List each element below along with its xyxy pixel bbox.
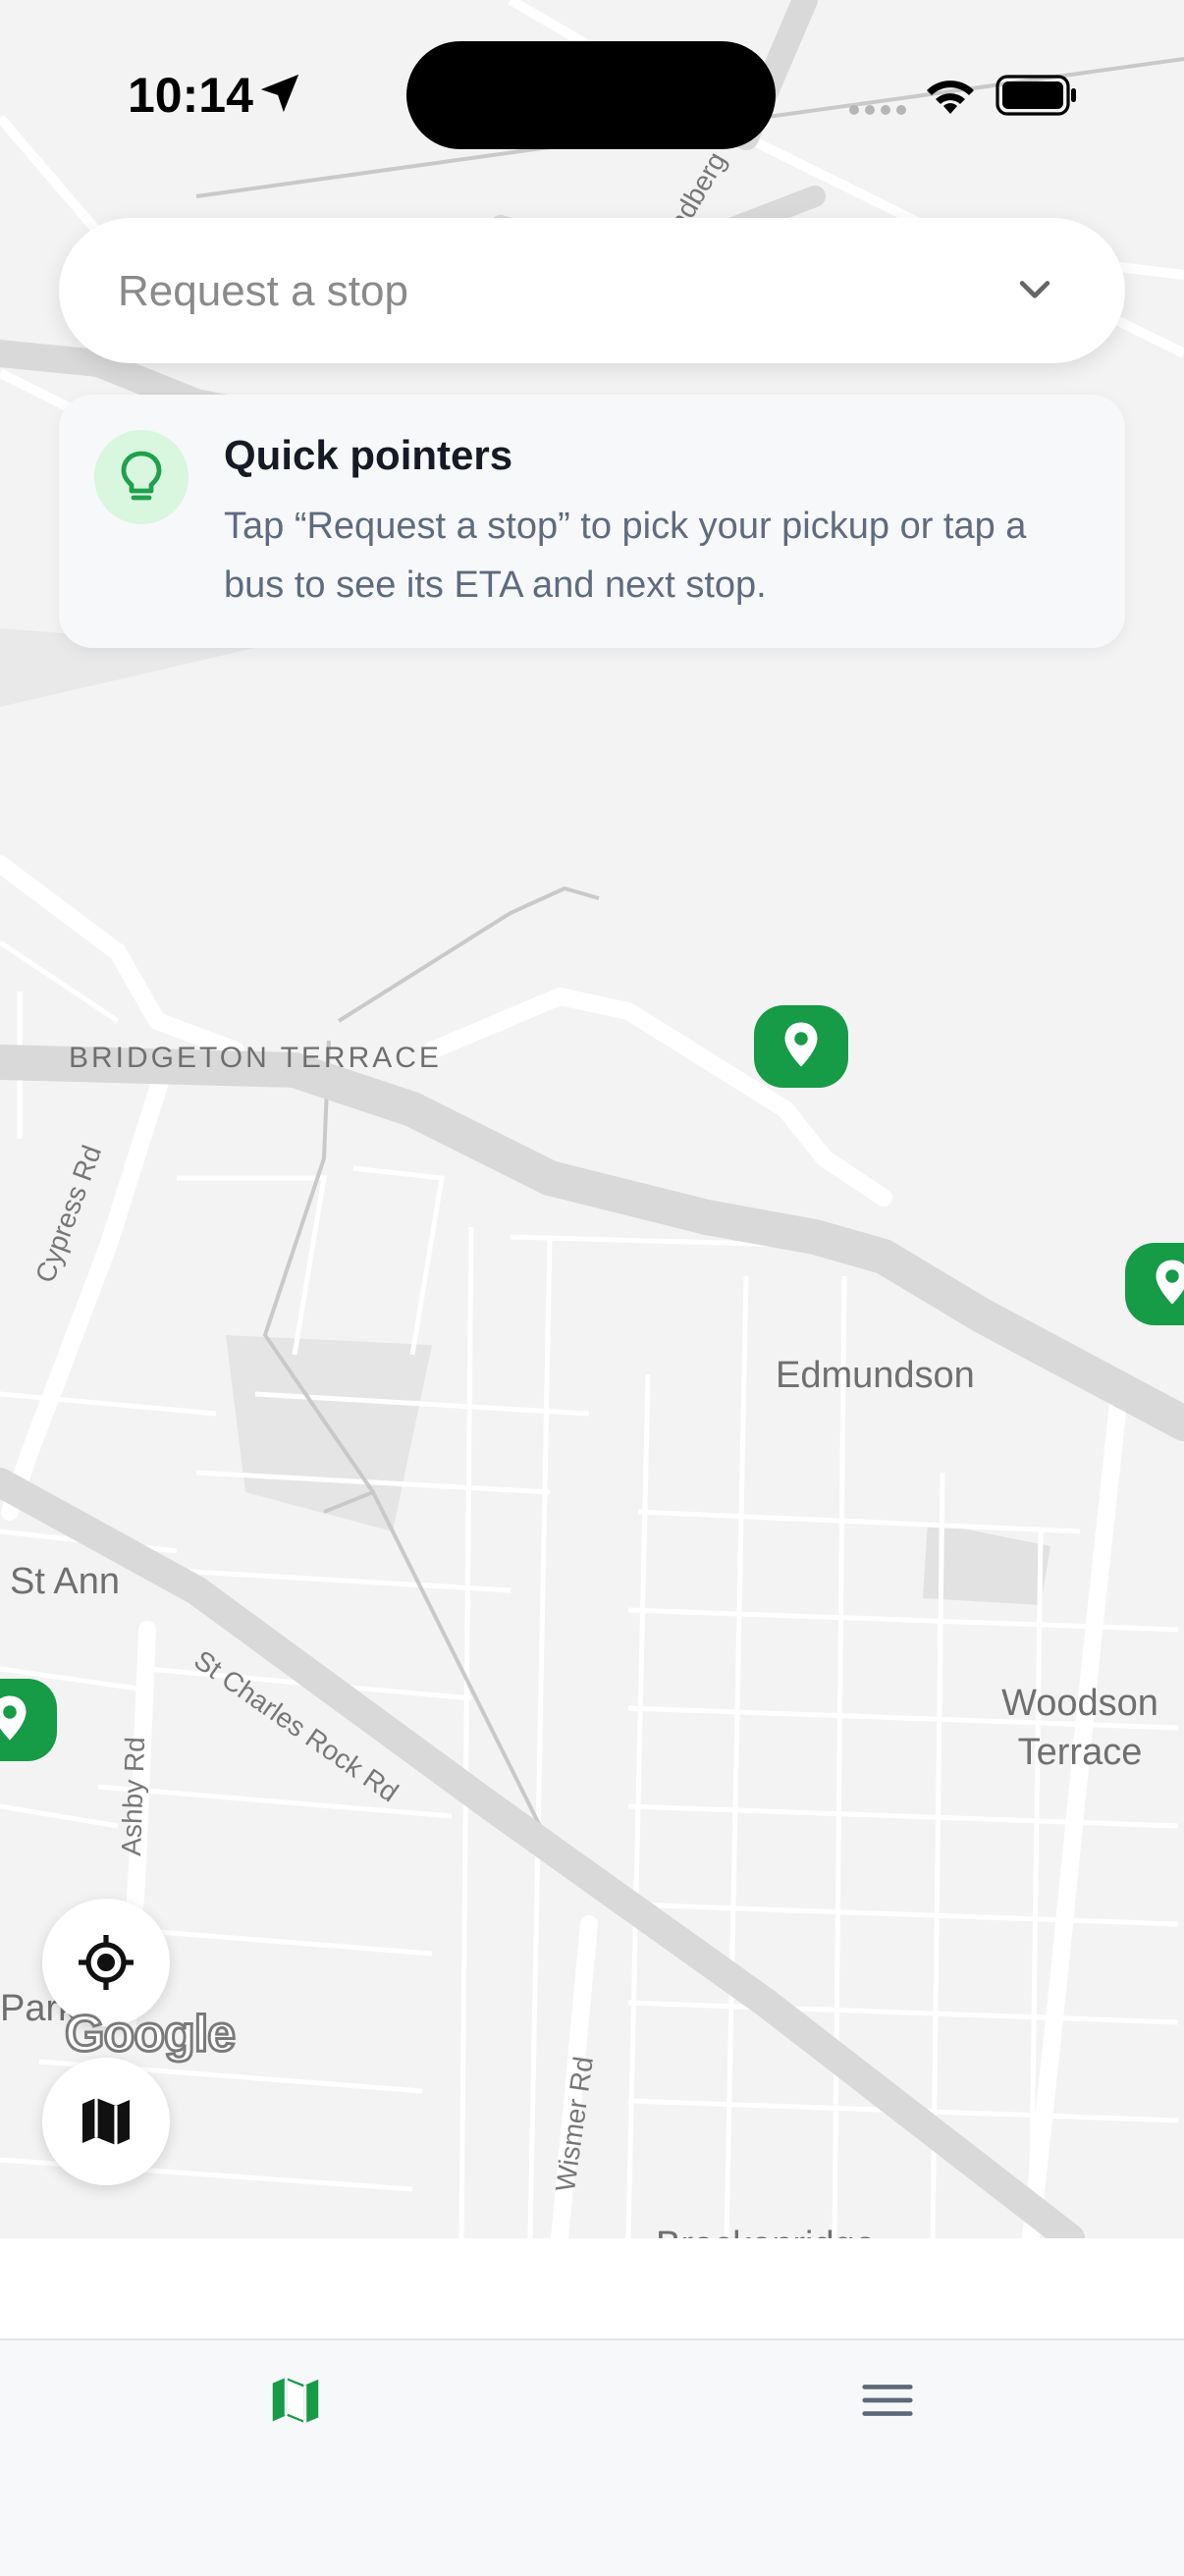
status-time: 10:14: [128, 68, 253, 123]
quick-pointers-body: Tap “Request a stop” to pick your pickup…: [224, 506, 1027, 606]
location-pin-icon: [784, 1022, 818, 1067]
tab-bar: [0, 2338, 1184, 2576]
road-label-ashby: Ashby Rd: [116, 1736, 151, 1857]
wifi-icon: [927, 80, 974, 114]
map-label-bottom: Breckenridge: [656, 2225, 876, 2238]
map-label-bridgeton-terrace: BRIDGETON TERRACE: [69, 1042, 442, 1074]
map-icon: [272, 2377, 319, 2424]
quick-pointers-title: Quick pointers: [224, 432, 513, 478]
map-label-edmundson: Edmundson: [776, 1355, 975, 1396]
map-label-woodson-terrace: Woodson Terrace: [1001, 1683, 1158, 1773]
lightbulb-icon: [121, 451, 162, 501]
tab-menu[interactable]: [592, 2340, 1184, 2458]
map-layers-button[interactable]: [42, 2058, 170, 2185]
map-layers-icon: [82, 2098, 130, 2145]
bottom-sheet-gap: [0, 2238, 1184, 2338]
chevron-down-icon: [1019, 281, 1050, 298]
status-bar: 10:14: [0, 0, 1184, 149]
stop-pin[interactable]: [754, 1005, 848, 1088]
location-pin-icon: [1156, 1260, 1184, 1305]
map-label-st-ann: St Ann: [10, 1561, 120, 1602]
request-stop-placeholder: Request a stop: [118, 267, 408, 315]
stop-pin[interactable]: [0, 1679, 57, 1761]
location-pin-icon: [0, 1695, 27, 1741]
request-stop-dropdown[interactable]: Request a stop: [59, 218, 1125, 363]
location-arrow-icon: [260, 74, 299, 113]
lightbulb-badge: [94, 430, 188, 524]
battery-icon: [996, 75, 1076, 116]
dynamic-island: [406, 41, 776, 149]
menu-icon: [862, 2385, 913, 2416]
signal-icon: [849, 105, 906, 115]
quick-pointers-card: Quick pointers Tap “Request a stop” to p…: [59, 395, 1125, 648]
my-location-icon: [79, 1935, 134, 1990]
tab-map[interactable]: [0, 2340, 592, 2458]
stop-pin[interactable]: [1125, 1243, 1184, 1325]
google-attribution: Google: [63, 2005, 237, 2065]
